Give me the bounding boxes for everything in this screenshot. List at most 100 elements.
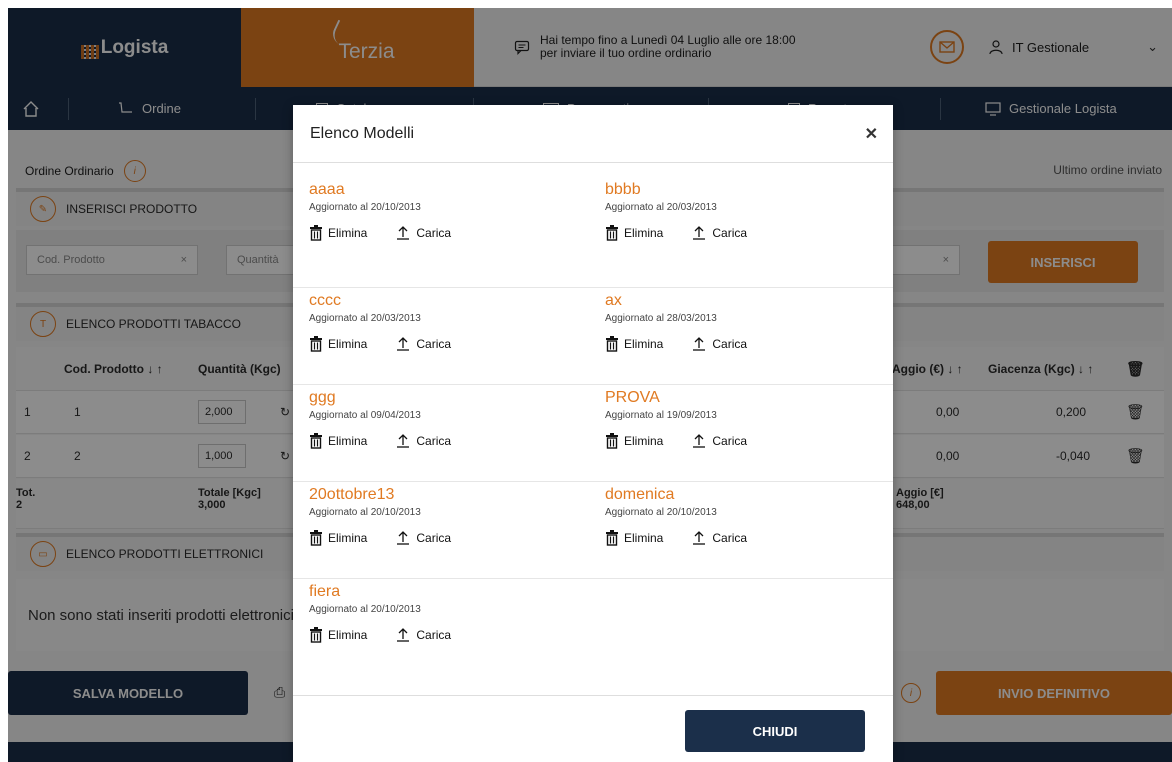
load-label: Carica: [712, 226, 748, 240]
model-row: ggg Aggiornato al 09/04/2013 Elimina Carica…: [293, 385, 893, 482]
modal-footer: CHIUDI: [293, 695, 893, 762]
model-item: PROVA Aggiornato al 19/09/2013 Elimina Cari…: [605, 389, 895, 449]
trash-icon: [605, 433, 619, 449]
load-label: Carica: [712, 531, 748, 545]
upload-icon: [395, 433, 411, 449]
upload-icon: [395, 627, 411, 643]
delete-label: Elimina: [624, 434, 664, 448]
load-model-button[interactable]: Carica: [691, 530, 747, 546]
upload-icon: [395, 336, 411, 352]
app-frame: Logista Terzia Hai tempo fino a Lunedì 0…: [8, 8, 1172, 762]
model-name[interactable]: 20ottobre13: [309, 486, 599, 504]
model-actions: Elimina Carica: [605, 336, 895, 352]
trash-icon: [309, 627, 323, 643]
model-row: cccc Aggiornato al 20/03/2013 Elimina Caric…: [293, 288, 893, 385]
model-updated-date: Aggiornato al 20/10/2013: [309, 507, 421, 518]
trash-icon: [309, 530, 323, 546]
trash-icon: [605, 225, 619, 241]
upload-icon: [691, 225, 707, 241]
model-updated-date: Aggiornato al 20/10/2013: [309, 202, 421, 213]
trash-icon: [309, 225, 323, 241]
model-name[interactable]: domenica: [605, 486, 895, 504]
trash-icon: [309, 336, 323, 352]
model-updated-date: Aggiornato al 20/03/2013: [309, 313, 421, 324]
load-model-button[interactable]: Carica: [691, 336, 747, 352]
load-label: Carica: [712, 337, 748, 351]
delete-label: Elimina: [624, 226, 664, 240]
load-label: Carica: [416, 531, 452, 545]
model-name[interactable]: fiera: [309, 583, 599, 601]
trash-icon: [309, 433, 323, 449]
delete-label: Elimina: [328, 531, 368, 545]
delete-label: Elimina: [624, 337, 664, 351]
model-item: ggg Aggiornato al 09/04/2013 Elimina Carica: [309, 389, 599, 449]
model-name[interactable]: aaaa: [309, 181, 599, 199]
model-actions: Elimina Carica: [605, 225, 895, 241]
delete-model-button[interactable]: Elimina: [309, 433, 367, 449]
load-label: Carica: [416, 628, 452, 642]
models-list: aaaa Aggiornato al 20/10/2013 Elimina Caric…: [293, 181, 893, 676]
delete-model-button[interactable]: Elimina: [605, 336, 663, 352]
load-model-button[interactable]: Carica: [395, 433, 451, 449]
delete-label: Elimina: [328, 226, 368, 240]
delete-model-button[interactable]: Elimina: [605, 225, 663, 241]
model-updated-date: Aggiornato al 09/04/2013: [309, 410, 421, 421]
model-updated-date: Aggiornato al 20/10/2013: [605, 507, 717, 518]
model-actions: Elimina Carica: [309, 336, 599, 352]
model-name[interactable]: ax: [605, 292, 895, 310]
upload-icon: [395, 225, 411, 241]
load-label: Carica: [416, 434, 452, 448]
model-row: 20ottobre13 Aggiornato al 20/10/2013 Elimi…: [293, 482, 893, 579]
load-label: Carica: [416, 226, 452, 240]
models-modal: Elenco Modelli ✕ aaaa Aggiornato al 20/10…: [293, 105, 893, 762]
model-item: domenica Aggiornato al 20/10/2013 Elimina C…: [605, 486, 895, 546]
model-updated-date: Aggiornato al 20/10/2013: [309, 604, 421, 615]
load-model-button[interactable]: Carica: [691, 225, 747, 241]
load-model-button[interactable]: Carica: [395, 225, 451, 241]
model-actions: Elimina Carica: [309, 433, 599, 449]
delete-label: Elimina: [328, 434, 368, 448]
model-item: ax Aggiornato al 28/03/2013 Elimina Carica: [605, 292, 895, 352]
load-model-button[interactable]: Carica: [691, 433, 747, 449]
load-model-button[interactable]: Carica: [395, 627, 451, 643]
modal-header: Elenco Modelli ✕: [293, 105, 893, 163]
delete-model-button[interactable]: Elimina: [605, 433, 663, 449]
model-updated-date: Aggiornato al 20/03/2013: [605, 202, 717, 213]
delete-model-button[interactable]: Elimina: [309, 225, 367, 241]
model-item: bbbb Aggiornato al 20/03/2013 Elimina Caric…: [605, 181, 895, 241]
model-item: 20ottobre13 Aggiornato al 20/10/2013 Elimi…: [309, 486, 599, 546]
upload-icon: [691, 336, 707, 352]
delete-model-button[interactable]: Elimina: [309, 627, 367, 643]
model-row: aaaa Aggiornato al 20/10/2013 Elimina Caric…: [293, 181, 893, 288]
trash-icon: [605, 530, 619, 546]
model-actions: Elimina Carica: [605, 433, 895, 449]
model-item: cccc Aggiornato al 20/03/2013 Elimina Caric…: [309, 292, 599, 352]
model-item: fiera Aggiornato al 20/10/2013 Elimina Cari…: [309, 583, 599, 643]
model-name[interactable]: ggg: [309, 389, 599, 407]
load-label: Carica: [712, 434, 748, 448]
close-icon[interactable]: ✕: [865, 124, 878, 144]
model-name[interactable]: cccc: [309, 292, 599, 310]
model-actions: Elimina Carica: [309, 530, 599, 546]
upload-icon: [691, 433, 707, 449]
upload-icon: [395, 530, 411, 546]
delete-model-button[interactable]: Elimina: [605, 530, 663, 546]
delete-label: Elimina: [624, 531, 664, 545]
close-button[interactable]: CHIUDI: [685, 710, 865, 752]
load-model-button[interactable]: Carica: [395, 336, 451, 352]
model-actions: Elimina Carica: [309, 627, 599, 643]
delete-label: Elimina: [328, 628, 368, 642]
load-model-button[interactable]: Carica: [395, 530, 451, 546]
delete-model-button[interactable]: Elimina: [309, 530, 367, 546]
model-name[interactable]: PROVA: [605, 389, 895, 407]
model-updated-date: Aggiornato al 19/09/2013: [605, 410, 717, 421]
model-row: fiera Aggiornato al 20/10/2013 Elimina Cari…: [293, 579, 893, 676]
trash-icon: [605, 336, 619, 352]
model-name[interactable]: bbbb: [605, 181, 895, 199]
model-updated-date: Aggiornato al 28/03/2013: [605, 313, 717, 324]
delete-model-button[interactable]: Elimina: [309, 336, 367, 352]
modal-title: Elenco Modelli: [310, 124, 415, 142]
model-actions: Elimina Carica: [309, 225, 599, 241]
load-label: Carica: [416, 337, 452, 351]
delete-label: Elimina: [328, 337, 368, 351]
